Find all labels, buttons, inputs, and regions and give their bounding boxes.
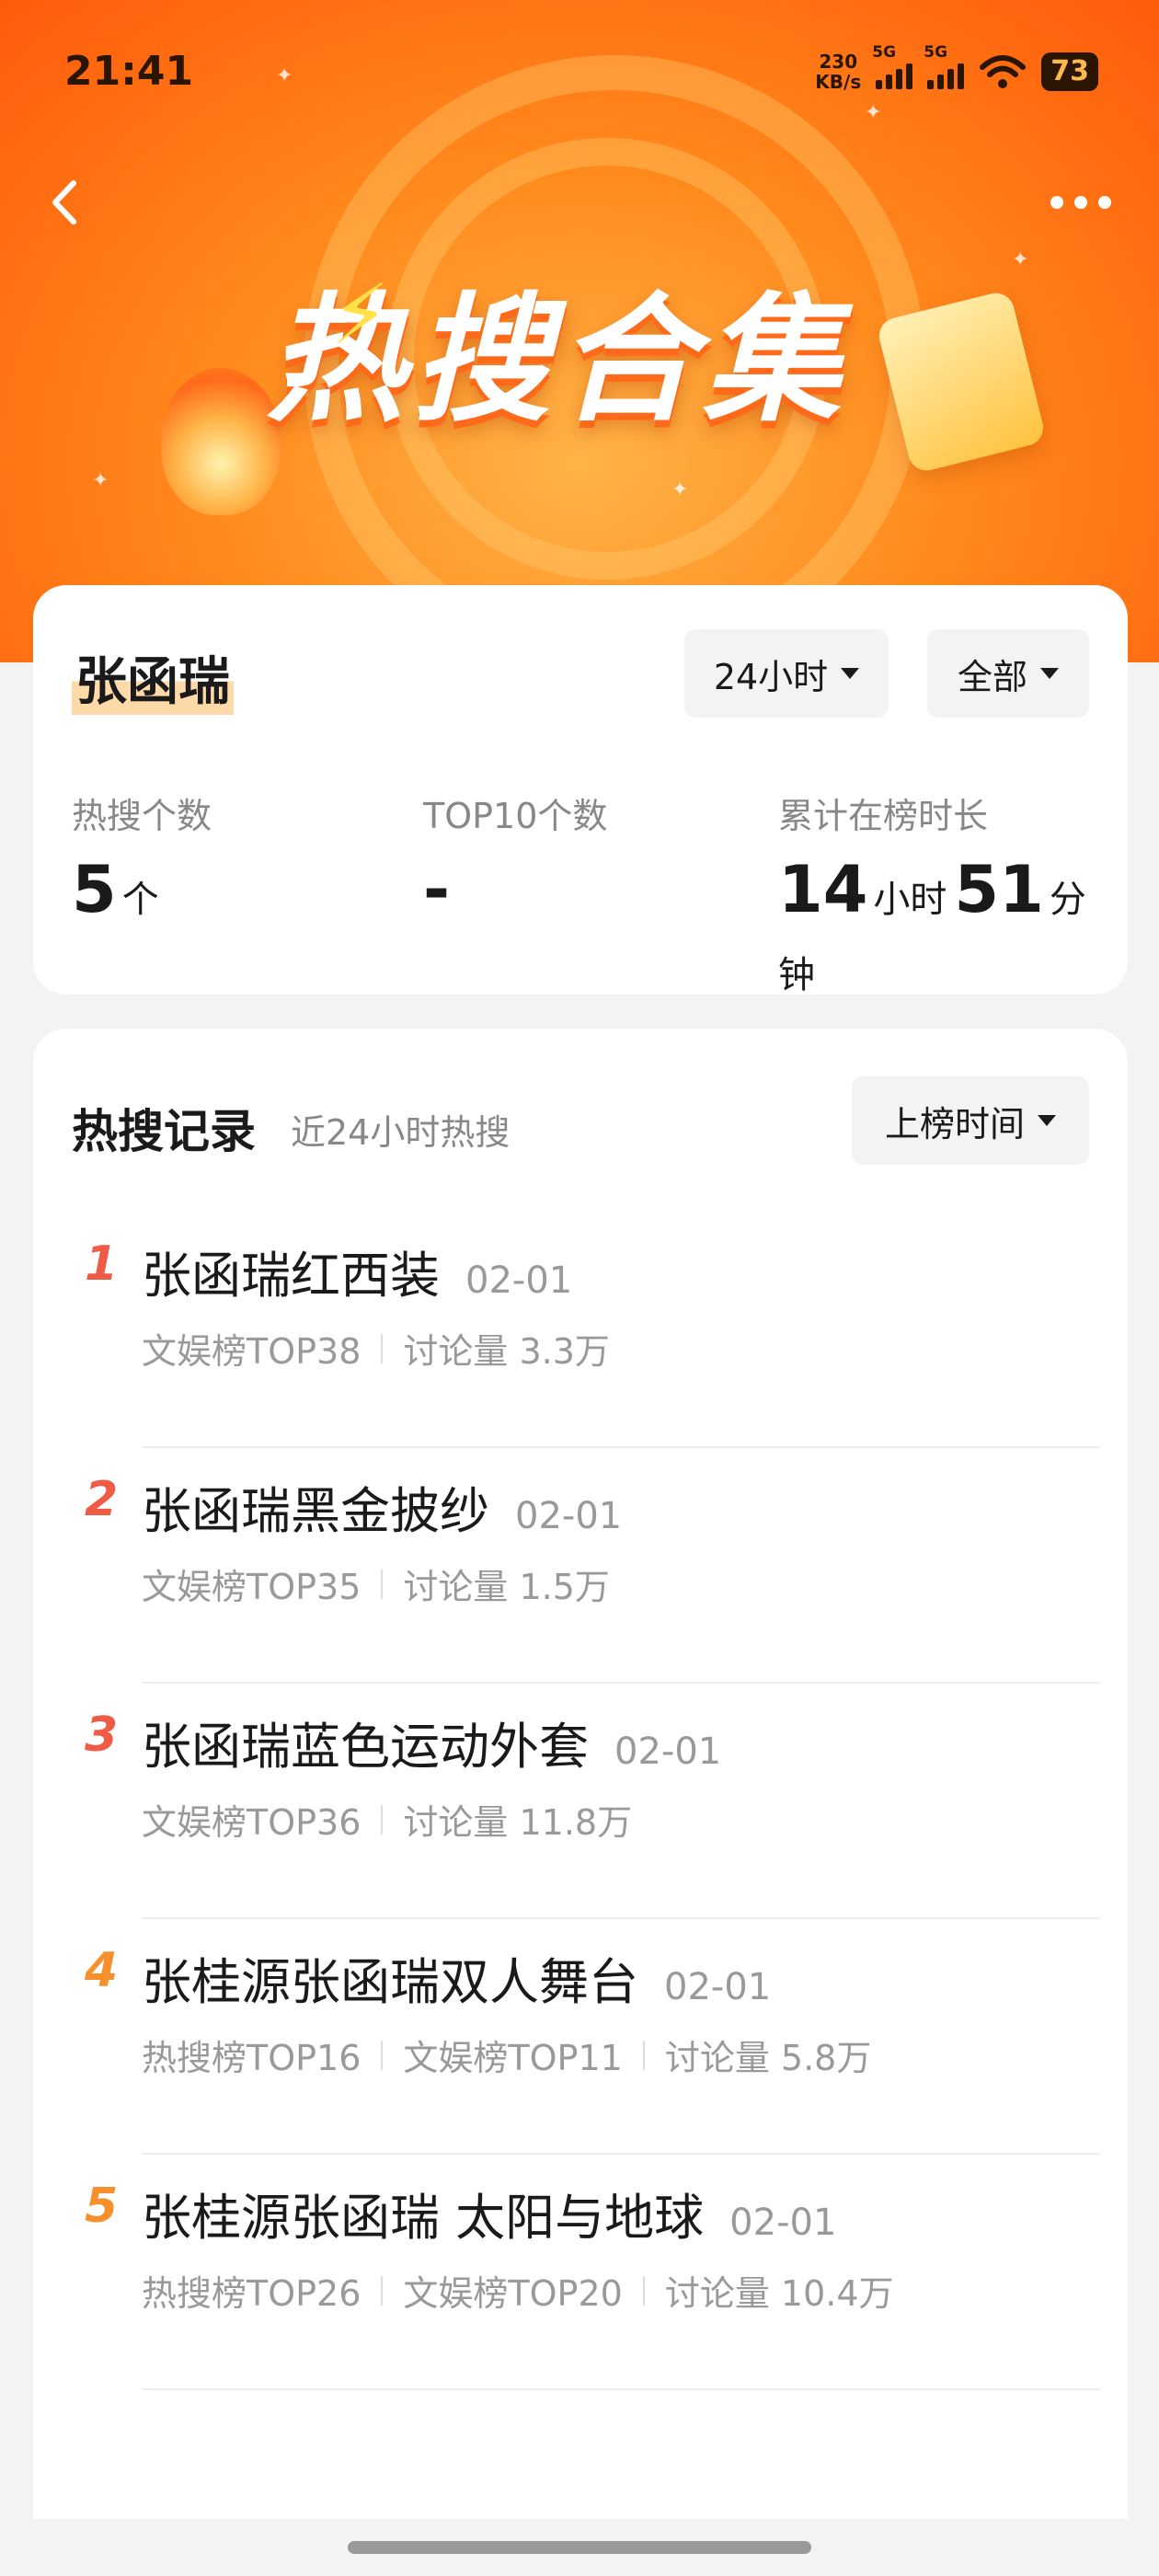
records-subtitle: 近24小时热搜 bbox=[291, 1112, 511, 1153]
time-filter-dropdown[interactable]: 24小时 bbox=[684, 629, 889, 718]
top10-value: - bbox=[423, 852, 451, 927]
sparkle-icon: ✦ bbox=[92, 469, 109, 492]
rank-number: 5 bbox=[85, 2179, 119, 2234]
chevron-left-icon bbox=[52, 180, 76, 224]
duration-value: 14 小时 51 分钟 bbox=[778, 852, 1086, 996]
home-indicator[interactable] bbox=[348, 2541, 811, 2554]
top10-label: TOP10个数 bbox=[423, 796, 608, 836]
item-meta: 热搜榜TOP16 文娱榜TOP11 讨论量 5.8万 bbox=[142, 2038, 872, 2078]
profile-name: 张函瑞 bbox=[72, 640, 234, 715]
status-bar: 21:41 230 KB/s 5G 5G 73 bbox=[0, 0, 1159, 110]
item-meta: 热搜榜TOP26 文娱榜TOP20 讨论量 10.4万 bbox=[142, 2273, 894, 2314]
separator bbox=[381, 2040, 384, 2070]
item-date: 02-01 bbox=[465, 1259, 573, 1302]
rank-number: 4 bbox=[85, 1943, 119, 1998]
caret-down-icon bbox=[841, 668, 860, 679]
separator bbox=[381, 1569, 384, 1599]
item-date: 02-01 bbox=[614, 1731, 722, 1773]
profile-card: 张函瑞 24小时 全部 热搜个数 5个 TOP10个数 - 累计在榜时长 14 小… bbox=[33, 585, 1128, 996]
item-meta: 文娱榜TOP38 讨论量 3.3万 bbox=[142, 1331, 610, 1372]
battery-indicator: 73 bbox=[1041, 52, 1098, 91]
records-title: 热搜记录 bbox=[72, 1105, 256, 1158]
item-date: 02-01 bbox=[729, 2202, 837, 2244]
caret-down-icon bbox=[1040, 668, 1059, 679]
sparkle-icon: ✦ bbox=[671, 478, 689, 501]
flame-icon bbox=[161, 368, 281, 515]
separator bbox=[381, 1804, 384, 1834]
hot-count-label: 热搜个数 bbox=[72, 796, 212, 836]
more-dots-icon bbox=[1050, 196, 1063, 209]
sparkle-icon: ✦ bbox=[1012, 248, 1029, 271]
scope-filter-dropdown[interactable]: 全部 bbox=[927, 629, 1089, 718]
divider bbox=[142, 2388, 1100, 2390]
list-item[interactable]: 4 张桂源张函瑞双人舞台 02-01 热搜榜TOP16 文娱榜TOP11 讨论量 5.… bbox=[33, 1919, 1128, 2155]
network-speed: 230 KB/s bbox=[815, 51, 862, 93]
list-item[interactable]: 1 张函瑞红西装 02-01 文娱榜TOP38 讨论量 3.3万 bbox=[33, 1213, 1128, 1448]
list-item[interactable]: 2 张函瑞黑金披纱 02-01 文娱榜TOP35 讨论量 1.5万 bbox=[33, 1448, 1128, 1684]
signal-icon: 5G bbox=[924, 43, 965, 89]
rank-number: 3 bbox=[85, 1708, 119, 1763]
separator bbox=[642, 2040, 645, 2070]
banner: ✦ ✦ ✦ ✦ ✦ 热搜合集 ⚡ 21:41 230 KB/s 5G 5G 73 bbox=[0, 0, 1159, 662]
signal-icon: 5G bbox=[872, 43, 913, 89]
item-date: 02-01 bbox=[664, 1966, 772, 2008]
item-title: 张函瑞黑金披纱 02-01 bbox=[142, 1482, 623, 1540]
item-date: 02-01 bbox=[515, 1495, 623, 1537]
item-title: 张桂源张函瑞 太阳与地球 02-01 bbox=[142, 2189, 837, 2247]
list-item[interactable]: 5 张桂源张函瑞 太阳与地球 02-01 热搜榜TOP26 文娱榜TOP20 讨论量 … bbox=[33, 2155, 1128, 2390]
item-meta: 文娱榜TOP36 讨论量 11.8万 bbox=[142, 1802, 633, 1843]
rank-number: 2 bbox=[85, 1472, 119, 1527]
records-card: 热搜记录 近24小时热搜 上榜时间 1 张函瑞红西装 02-01 文娱榜TOP38… bbox=[33, 1029, 1128, 2519]
caret-down-icon bbox=[1038, 1115, 1056, 1126]
separator bbox=[381, 2275, 384, 2306]
status-icons: 230 KB/s 5G 5G 73 bbox=[815, 43, 1098, 93]
rank-number: 1 bbox=[85, 1236, 119, 1292]
hot-count-value: 5个 bbox=[72, 852, 159, 927]
item-title: 张函瑞红西装 02-01 bbox=[142, 1247, 573, 1305]
item-meta: 文娱榜TOP35 讨论量 1.5万 bbox=[142, 1567, 610, 1607]
more-button[interactable] bbox=[1039, 184, 1122, 221]
lightning-icon: ⚡ bbox=[331, 267, 390, 363]
list-item[interactable]: 3 张函瑞蓝色运动外套 02-01 文娱榜TOP36 讨论量 11.8万 bbox=[33, 1684, 1128, 1919]
status-time: 21:41 bbox=[64, 48, 194, 95]
duration-label: 累计在榜时长 bbox=[778, 796, 989, 836]
item-title: 张桂源张函瑞双人舞台 02-01 bbox=[142, 1953, 772, 2011]
item-title: 张函瑞蓝色运动外套 02-01 bbox=[142, 1718, 722, 1776]
wifi-icon bbox=[980, 55, 1027, 88]
separator bbox=[642, 2275, 645, 2306]
separator bbox=[381, 1333, 384, 1363]
back-button[interactable] bbox=[35, 170, 99, 235]
sort-dropdown[interactable]: 上榜时间 bbox=[852, 1076, 1089, 1165]
